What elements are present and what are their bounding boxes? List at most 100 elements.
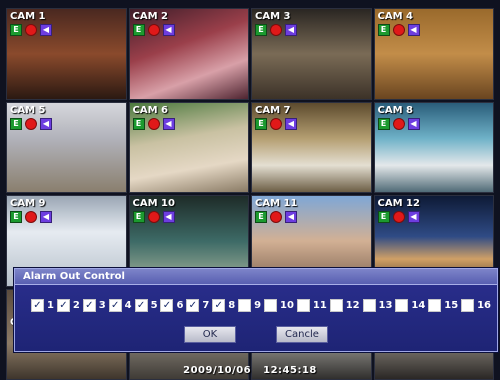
alarm-output-checkbox[interactable] (461, 299, 475, 312)
alarm-icon (270, 211, 282, 223)
alarm-output-checkbox[interactable]: ✓ (186, 299, 200, 312)
record-icon: E (377, 24, 390, 36)
audio-icon: ◀ (162, 211, 175, 223)
alarm-output-checkbox[interactable] (238, 299, 252, 312)
alarm-icon (392, 24, 405, 36)
alarm-output-option[interactable]: 9 (238, 299, 261, 312)
alarm-icon (147, 211, 160, 223)
alarm-output-checkbox[interactable] (264, 299, 278, 312)
camera-label: CAM 3 (255, 11, 291, 22)
alarm-output-option[interactable]: 11 (296, 299, 327, 312)
alarm-output-checkbox[interactable]: ✓ (31, 299, 44, 312)
alarm-icon (392, 117, 405, 130)
alarm-output-number: 10 (280, 300, 294, 311)
record-icon: E (132, 211, 145, 223)
alarm-output-option[interactable]: ✓ 6 (160, 299, 183, 312)
time-text: 12:45:18 (263, 365, 317, 376)
alarm-icon (147, 24, 160, 36)
camera-label: CAM 4 (377, 11, 413, 22)
audio-icon: ◀ (285, 24, 297, 36)
camera-status-icons: E ◀ (255, 211, 297, 223)
alarm-icon (25, 117, 37, 130)
camera-status-icons: E ◀ (10, 24, 52, 36)
alarm-out-control-dialog: Alarm Out Control ✓ 1 ✓ 2 ✓ 3 ✓ 4 ✓ 5 ✓ 6 ✓ 7 ✓ 8 9 10 11 1… (14, 268, 498, 352)
camera-tile[interactable]: CAM 7 E ◀ (251, 101, 372, 193)
alarm-output-checkbox[interactable] (428, 299, 442, 312)
alarm-output-number: 13 (378, 300, 393, 311)
alarm-output-checkbox[interactable]: ✓ (108, 299, 122, 312)
audio-icon: ◀ (40, 24, 52, 36)
camera-status-icons: E ◀ (377, 24, 420, 36)
cancel-button[interactable]: Cancle (276, 326, 328, 343)
alarm-icon (25, 24, 37, 36)
camera-label: CAM 8 (377, 104, 413, 116)
alarm-output-number: 16 (477, 300, 491, 311)
alarm-output-option[interactable]: 13 (362, 299, 393, 312)
audio-icon: ◀ (162, 24, 175, 36)
camera-label: CAM 11 (255, 198, 298, 209)
alarm-icon (147, 117, 160, 130)
alarm-output-number: 15 (444, 300, 459, 311)
alarm-output-number: 3 (98, 300, 106, 311)
alarm-output-option[interactable]: 16 (461, 299, 491, 312)
camera-status-icons: E ◀ (377, 117, 420, 130)
audio-icon: ◀ (407, 211, 420, 223)
camera-label: CAM 1 (10, 11, 46, 22)
alarm-output-number: 7 (202, 300, 210, 311)
alarm-output-option[interactable]: ✓ 2 (56, 299, 80, 312)
alarm-output-option[interactable]: ✓ 8 (212, 299, 235, 312)
alarm-output-number: 14 (411, 300, 426, 311)
alarm-output-option[interactable]: ✓ 7 (186, 299, 209, 312)
camera-status-icons: E ◀ (255, 24, 297, 36)
alarm-output-checkbox[interactable]: ✓ (134, 299, 148, 312)
camera-tile[interactable]: CAM 4 E ◀ (373, 8, 494, 100)
camera-tile[interactable]: CAM 8 E ◀ (373, 101, 494, 193)
alarm-output-option[interactable]: ✓ 4 (108, 299, 132, 312)
camera-tile[interactable]: CAM 3 E ◀ (251, 8, 372, 100)
alarm-output-option[interactable]: ✓ 5 (134, 299, 158, 312)
camera-tile[interactable]: CAM 6 E ◀ (128, 101, 249, 193)
alarm-icon (270, 24, 282, 36)
record-icon: E (10, 211, 22, 223)
audio-icon: ◀ (285, 117, 297, 130)
alarm-output-checkbox[interactable] (329, 299, 343, 312)
record-icon: E (255, 211, 267, 223)
alarm-output-option[interactable]: 10 (264, 299, 294, 312)
alarm-output-checkbox[interactable] (362, 299, 376, 312)
alarm-output-checkbox[interactable]: ✓ (56, 299, 70, 312)
alarm-output-number: 12 (345, 300, 360, 311)
alarm-output-checkbox[interactable]: ✓ (82, 299, 96, 312)
datetime-display: 2009/10/06 12:45:18 (0, 365, 500, 376)
alarm-output-checkbox[interactable]: ✓ (212, 299, 226, 312)
camera-label: CAM 6 (132, 104, 168, 116)
ok-button[interactable]: OK (184, 326, 236, 343)
alarm-output-option[interactable]: 14 (395, 299, 425, 312)
alarm-output-number: 8 (228, 300, 236, 311)
audio-icon: ◀ (285, 211, 297, 223)
camera-tile[interactable]: CAM 5 E ◀ (6, 101, 127, 193)
alarm-output-checkbox[interactable] (296, 299, 310, 312)
camera-tile[interactable]: CAM 1 E ◀ (6, 8, 127, 100)
alarm-output-option[interactable]: ✓ 1 (31, 299, 54, 312)
alarm-output-option[interactable]: 15 (428, 299, 458, 312)
audio-icon: ◀ (407, 24, 420, 36)
alarm-output-option[interactable]: ✓ 3 (82, 299, 106, 312)
alarm-output-checkbox[interactable]: ✓ (160, 299, 174, 312)
alarm-icon (25, 211, 37, 223)
camera-label: CAM 12 (377, 198, 420, 209)
camera-tile[interactable]: CAM 2 E ◀ (128, 8, 249, 100)
alarm-output-checkbox[interactable] (395, 299, 409, 312)
audio-icon: ◀ (40, 117, 52, 130)
dialog-title: Alarm Out Control (15, 269, 497, 285)
date-text: 2009/10/06 (183, 365, 252, 376)
alarm-output-number: 4 (124, 300, 132, 311)
record-icon: E (377, 211, 390, 223)
camera-label: CAM 9 (10, 198, 46, 209)
alarm-icon (392, 211, 405, 223)
dvr-screen: CAM 1 E ◀ CAM 2 E ◀ CAM 3 E ◀ CAM 4 E ◀ … (0, 0, 500, 380)
alarm-output-option[interactable]: 12 (329, 299, 360, 312)
camera-label: CAM 5 (10, 104, 46, 116)
camera-status-icons: E ◀ (255, 117, 297, 130)
audio-icon: ◀ (162, 117, 175, 130)
camera-status-icons: E ◀ (10, 211, 52, 223)
